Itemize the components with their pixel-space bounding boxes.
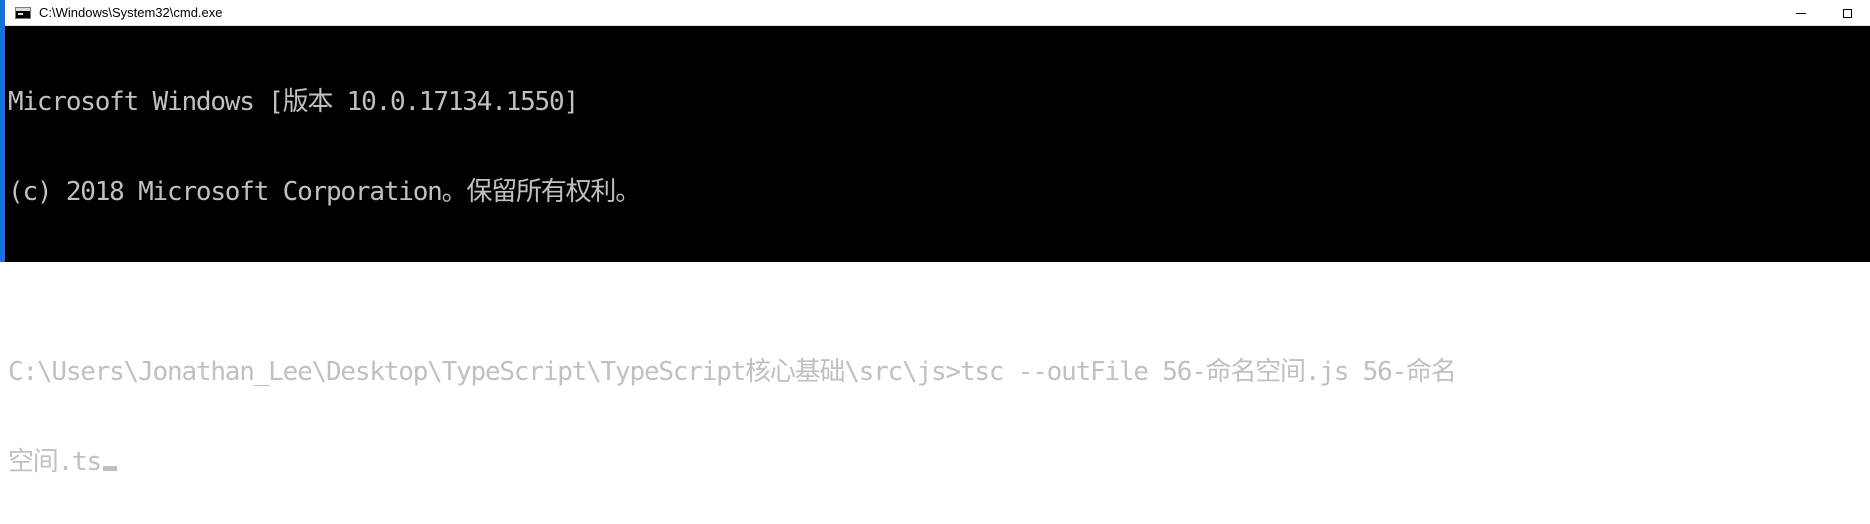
cmd-window: C:\Windows\System32\cmd.exe Microsoft Wi… xyxy=(0,0,1870,477)
title-bar[interactable]: C:\Windows\System32\cmd.exe xyxy=(5,0,1870,26)
window-title: C:\Windows\System32\cmd.exe xyxy=(39,5,223,20)
console-line-current: 空间.ts xyxy=(8,447,1864,477)
console-output[interactable]: Microsoft Windows [版本 10.0.17134.1550] (… xyxy=(8,27,1864,477)
window-left-edge xyxy=(0,0,5,262)
console-line: Microsoft Windows [版本 10.0.17134.1550] xyxy=(8,87,579,117)
console-line-text: 空间.ts xyxy=(8,447,102,477)
cmd-icon[interactable] xyxy=(15,6,31,19)
console-line: C:\Users\Jonathan_Lee\Desktop\TypeScript… xyxy=(8,357,1457,387)
console-line: (c) 2018 Microsoft Corporation。保留所有权利。 xyxy=(8,177,641,207)
minimize-button[interactable] xyxy=(1778,0,1824,26)
maximize-button[interactable] xyxy=(1824,0,1870,26)
window-controls xyxy=(1778,0,1870,26)
minimize-icon xyxy=(1796,12,1806,14)
text-cursor xyxy=(102,466,117,471)
maximize-icon xyxy=(1842,8,1852,18)
